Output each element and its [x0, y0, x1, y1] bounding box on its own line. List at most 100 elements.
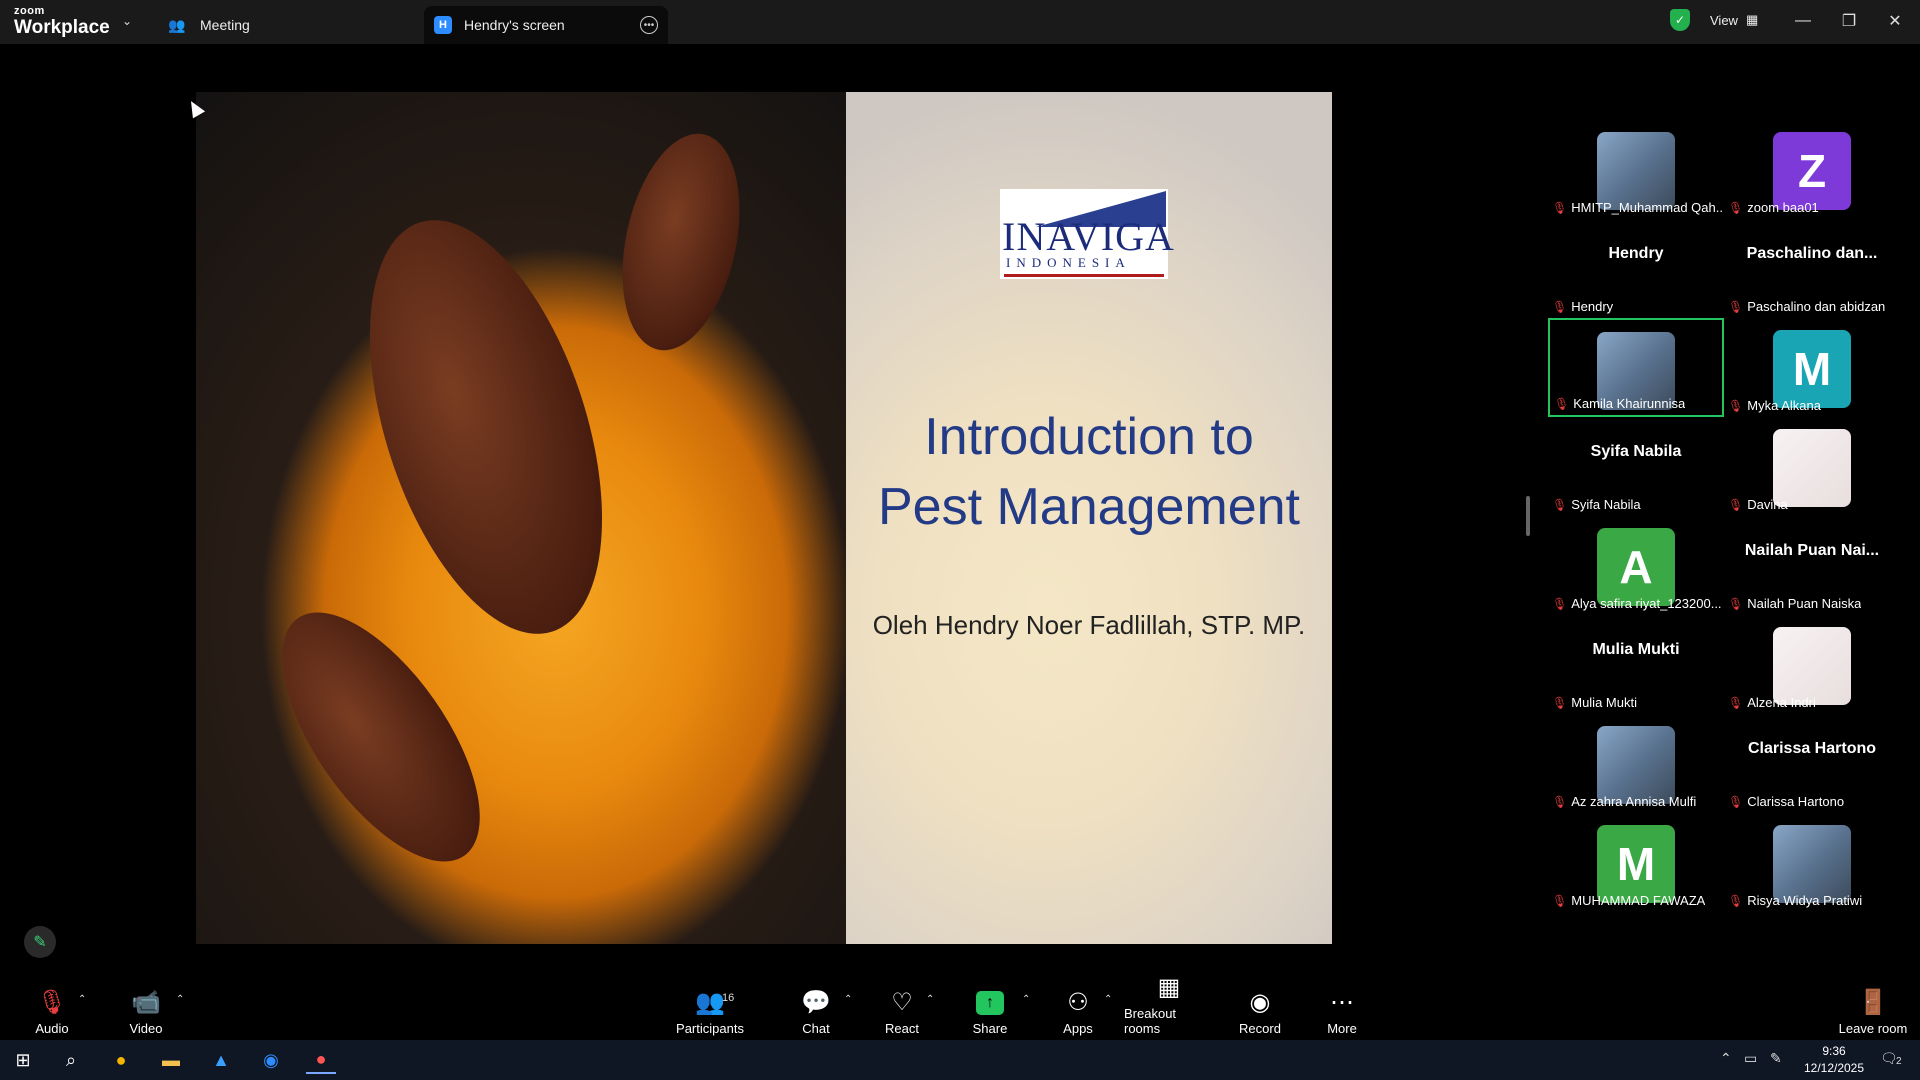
- participant-tile[interactable]: 🎙 Davina: [1724, 417, 1900, 516]
- chrome-active-icon[interactable]: ●: [306, 1046, 336, 1074]
- react-button[interactable]: ♡ React: [880, 980, 924, 1040]
- chevron-down-icon[interactable]: ⌄: [122, 14, 132, 28]
- cockroach-shape: [604, 122, 758, 362]
- participant-tile[interactable]: Clarissa Hartono 🎙 Clarissa Hartono: [1724, 714, 1900, 813]
- windows-start-icon[interactable]: ⊞: [8, 1046, 38, 1074]
- apps-icon: ⚇: [1067, 989, 1089, 1016]
- cockroach-shape: [244, 580, 518, 894]
- pen-tray-icon[interactable]: ✎: [1770, 1050, 1782, 1067]
- cockroach-shape: [324, 191, 648, 663]
- participant-label: 🎙 Az zahra Annisa Mulfi: [1552, 794, 1696, 809]
- avatar: M: [1773, 330, 1851, 408]
- participant-label: 🎙 Kamila Khairunnisa: [1554, 396, 1685, 411]
- react-options-icon[interactable]: ⌃: [926, 994, 934, 1005]
- shield-icon[interactable]: ✓: [1670, 9, 1690, 31]
- restore-icon[interactable]: ❐: [1826, 6, 1872, 36]
- participants-count: 16: [722, 992, 735, 1004]
- avatar: [1773, 825, 1851, 903]
- mic-muted-icon: 🎙: [1728, 398, 1744, 413]
- apps-options-icon[interactable]: ⌃: [1104, 994, 1112, 1005]
- minimize-icon[interactable]: —: [1780, 6, 1826, 36]
- participant-name: Clarissa Hartono: [1747, 794, 1845, 809]
- participant-label: 🎙 Davina: [1728, 497, 1788, 512]
- participant-label: 🎙 Hendry: [1552, 299, 1613, 314]
- avatar: A: [1597, 528, 1675, 606]
- shared-slide: INAVIGA INDONESIA Introduction to Pest M…: [196, 92, 1332, 944]
- panel-resize-handle[interactable]: [1526, 496, 1530, 536]
- title-bar: zoom Workplace ⌄ 👥 Meeting H Hendry's sc…: [0, 0, 1920, 44]
- share-options-icon[interactable]: ⌃: [1022, 994, 1030, 1005]
- tab-shared-screen[interactable]: H Hendry's screen •••: [424, 6, 668, 44]
- tab-meeting-label: Meeting: [200, 17, 250, 33]
- view-button[interactable]: View ▦: [1700, 8, 1770, 32]
- participant-tile[interactable]: Syifa Nabila 🎙 Syifa Nabila: [1548, 417, 1724, 516]
- network-icon[interactable]: ▭: [1744, 1050, 1757, 1067]
- mic-muted-icon: 🎙: [1728, 794, 1744, 809]
- title-line-2: Pest Management: [877, 478, 1301, 536]
- participant-label: 🎙 Risya Widya Pratiwi: [1728, 893, 1862, 908]
- participant-tile[interactable]: Mulia Mukti 🎙 Mulia Mukti: [1548, 615, 1724, 714]
- video-button[interactable]: 📹 Video: [124, 980, 168, 1040]
- participant-name: Alya safira riyat_123200...: [1571, 596, 1722, 611]
- avatar: [1597, 132, 1675, 210]
- share-button[interactable]: ↑ Share: [968, 980, 1012, 1040]
- close-icon[interactable]: ✕: [1872, 6, 1918, 36]
- participant-label: 🎙 Mulia Mukti: [1552, 695, 1637, 710]
- more-button[interactable]: ⋯ More: [1322, 980, 1362, 1040]
- participant-tile[interactable]: 🎙 Alzena Indri: [1724, 615, 1900, 714]
- participant-tile[interactable]: 🎙 Risya Widya Pratiwi: [1724, 813, 1900, 912]
- grid-icon: ▦: [1745, 12, 1759, 27]
- avatar: Z: [1773, 132, 1851, 210]
- title-line-1: Introduction to: [924, 408, 1254, 466]
- slide-author: Oleh Hendry Noer Fadlillah, STP. MP.: [872, 610, 1306, 640]
- more-options-icon[interactable]: •••: [640, 16, 658, 34]
- leave-room-button[interactable]: 🚪 Leave room: [1836, 980, 1910, 1040]
- breakout-rooms-button[interactable]: ▦ Breakout rooms: [1124, 974, 1214, 1040]
- tray-chevron-icon[interactable]: ⌃: [1720, 1050, 1732, 1067]
- participant-gallery: 🎙 HMITP_Muhammad Qah... Z 🎙 zoom baa01 Hendry…: [1548, 120, 1920, 920]
- zoom-taskbar-icon[interactable]: ◉: [256, 1046, 286, 1074]
- participant-tile[interactable]: Nailah Puan Nai... 🎙 Nailah Puan Naiska: [1724, 516, 1900, 615]
- logo-small-text: zoom: [14, 5, 45, 17]
- mic-muted-icon: 🎙: [1728, 596, 1744, 611]
- people-icon: 👥: [168, 16, 186, 33]
- chrome-icon[interactable]: ●: [106, 1046, 136, 1074]
- search-icon[interactable]: ⌕: [56, 1046, 86, 1074]
- video-off-icon: 📹: [131, 989, 161, 1016]
- heart-react-icon: ♡: [891, 989, 913, 1016]
- system-clock[interactable]: 9:36 12/12/2025: [1800, 1043, 1868, 1077]
- file-explorer-icon[interactable]: ▬: [156, 1046, 186, 1074]
- chat-label: Chat: [802, 1021, 830, 1036]
- participant-tile[interactable]: 🎙 Az zahra Annisa Mulfi: [1548, 714, 1724, 813]
- tab-meeting[interactable]: 👥 Meeting: [168, 6, 418, 44]
- participant-label: 🎙 zoom baa01: [1728, 200, 1819, 215]
- apps-button[interactable]: ⚇ Apps: [1058, 980, 1098, 1040]
- participant-tile[interactable]: Hendry 🎙 Hendry: [1548, 219, 1724, 318]
- participant-tile[interactable]: A 🎙 Alya safira riyat_123200...: [1548, 516, 1724, 615]
- annotate-pen-icon[interactable]: ✎: [24, 926, 56, 958]
- chat-options-icon[interactable]: ⌃: [844, 994, 852, 1005]
- participant-tile[interactable]: M 🎙 MUHAMMAD FAWAZA: [1548, 813, 1724, 912]
- participant-display-name: Mulia Mukti: [1592, 641, 1680, 658]
- record-button[interactable]: ◉ Record: [1238, 980, 1282, 1040]
- clock-date: 12/12/2025: [1803, 1061, 1865, 1075]
- participants-button[interactable]: 👥 Participants: [670, 980, 750, 1040]
- participants-icon: 👥: [695, 989, 725, 1016]
- audio-options-icon[interactable]: ⌃: [78, 994, 86, 1005]
- logo-main-text: INAVIGA: [1002, 214, 1175, 259]
- participant-tile[interactable]: M 🎙 Myka Alkana: [1724, 318, 1900, 417]
- participant-tile[interactable]: Paschalino dan... 🎙 Paschalino dan abidzan: [1724, 219, 1900, 318]
- audio-button[interactable]: 🎙 Audio: [30, 980, 74, 1040]
- view-label: View: [1710, 12, 1738, 28]
- mic-muted-icon: 🎙: [1552, 200, 1568, 215]
- video-options-icon[interactable]: ⌃: [176, 994, 184, 1005]
- chat-button[interactable]: 💬 Chat: [796, 980, 836, 1040]
- azure-icon[interactable]: ▲: [206, 1046, 236, 1074]
- participant-tile[interactable]: 🎙 Kamila Khairunnisa: [1548, 318, 1724, 417]
- leave-door-icon: 🚪: [1858, 989, 1888, 1016]
- participant-tile[interactable]: 🎙 HMITP_Muhammad Qah...: [1548, 120, 1724, 219]
- participant-name: Risya Widya Pratiwi: [1747, 893, 1863, 908]
- participant-tile[interactable]: Z 🎙 zoom baa01: [1724, 120, 1900, 219]
- more-icon: ⋯: [1330, 989, 1354, 1016]
- zoom-logo[interactable]: zoom Workplace: [14, 5, 110, 38]
